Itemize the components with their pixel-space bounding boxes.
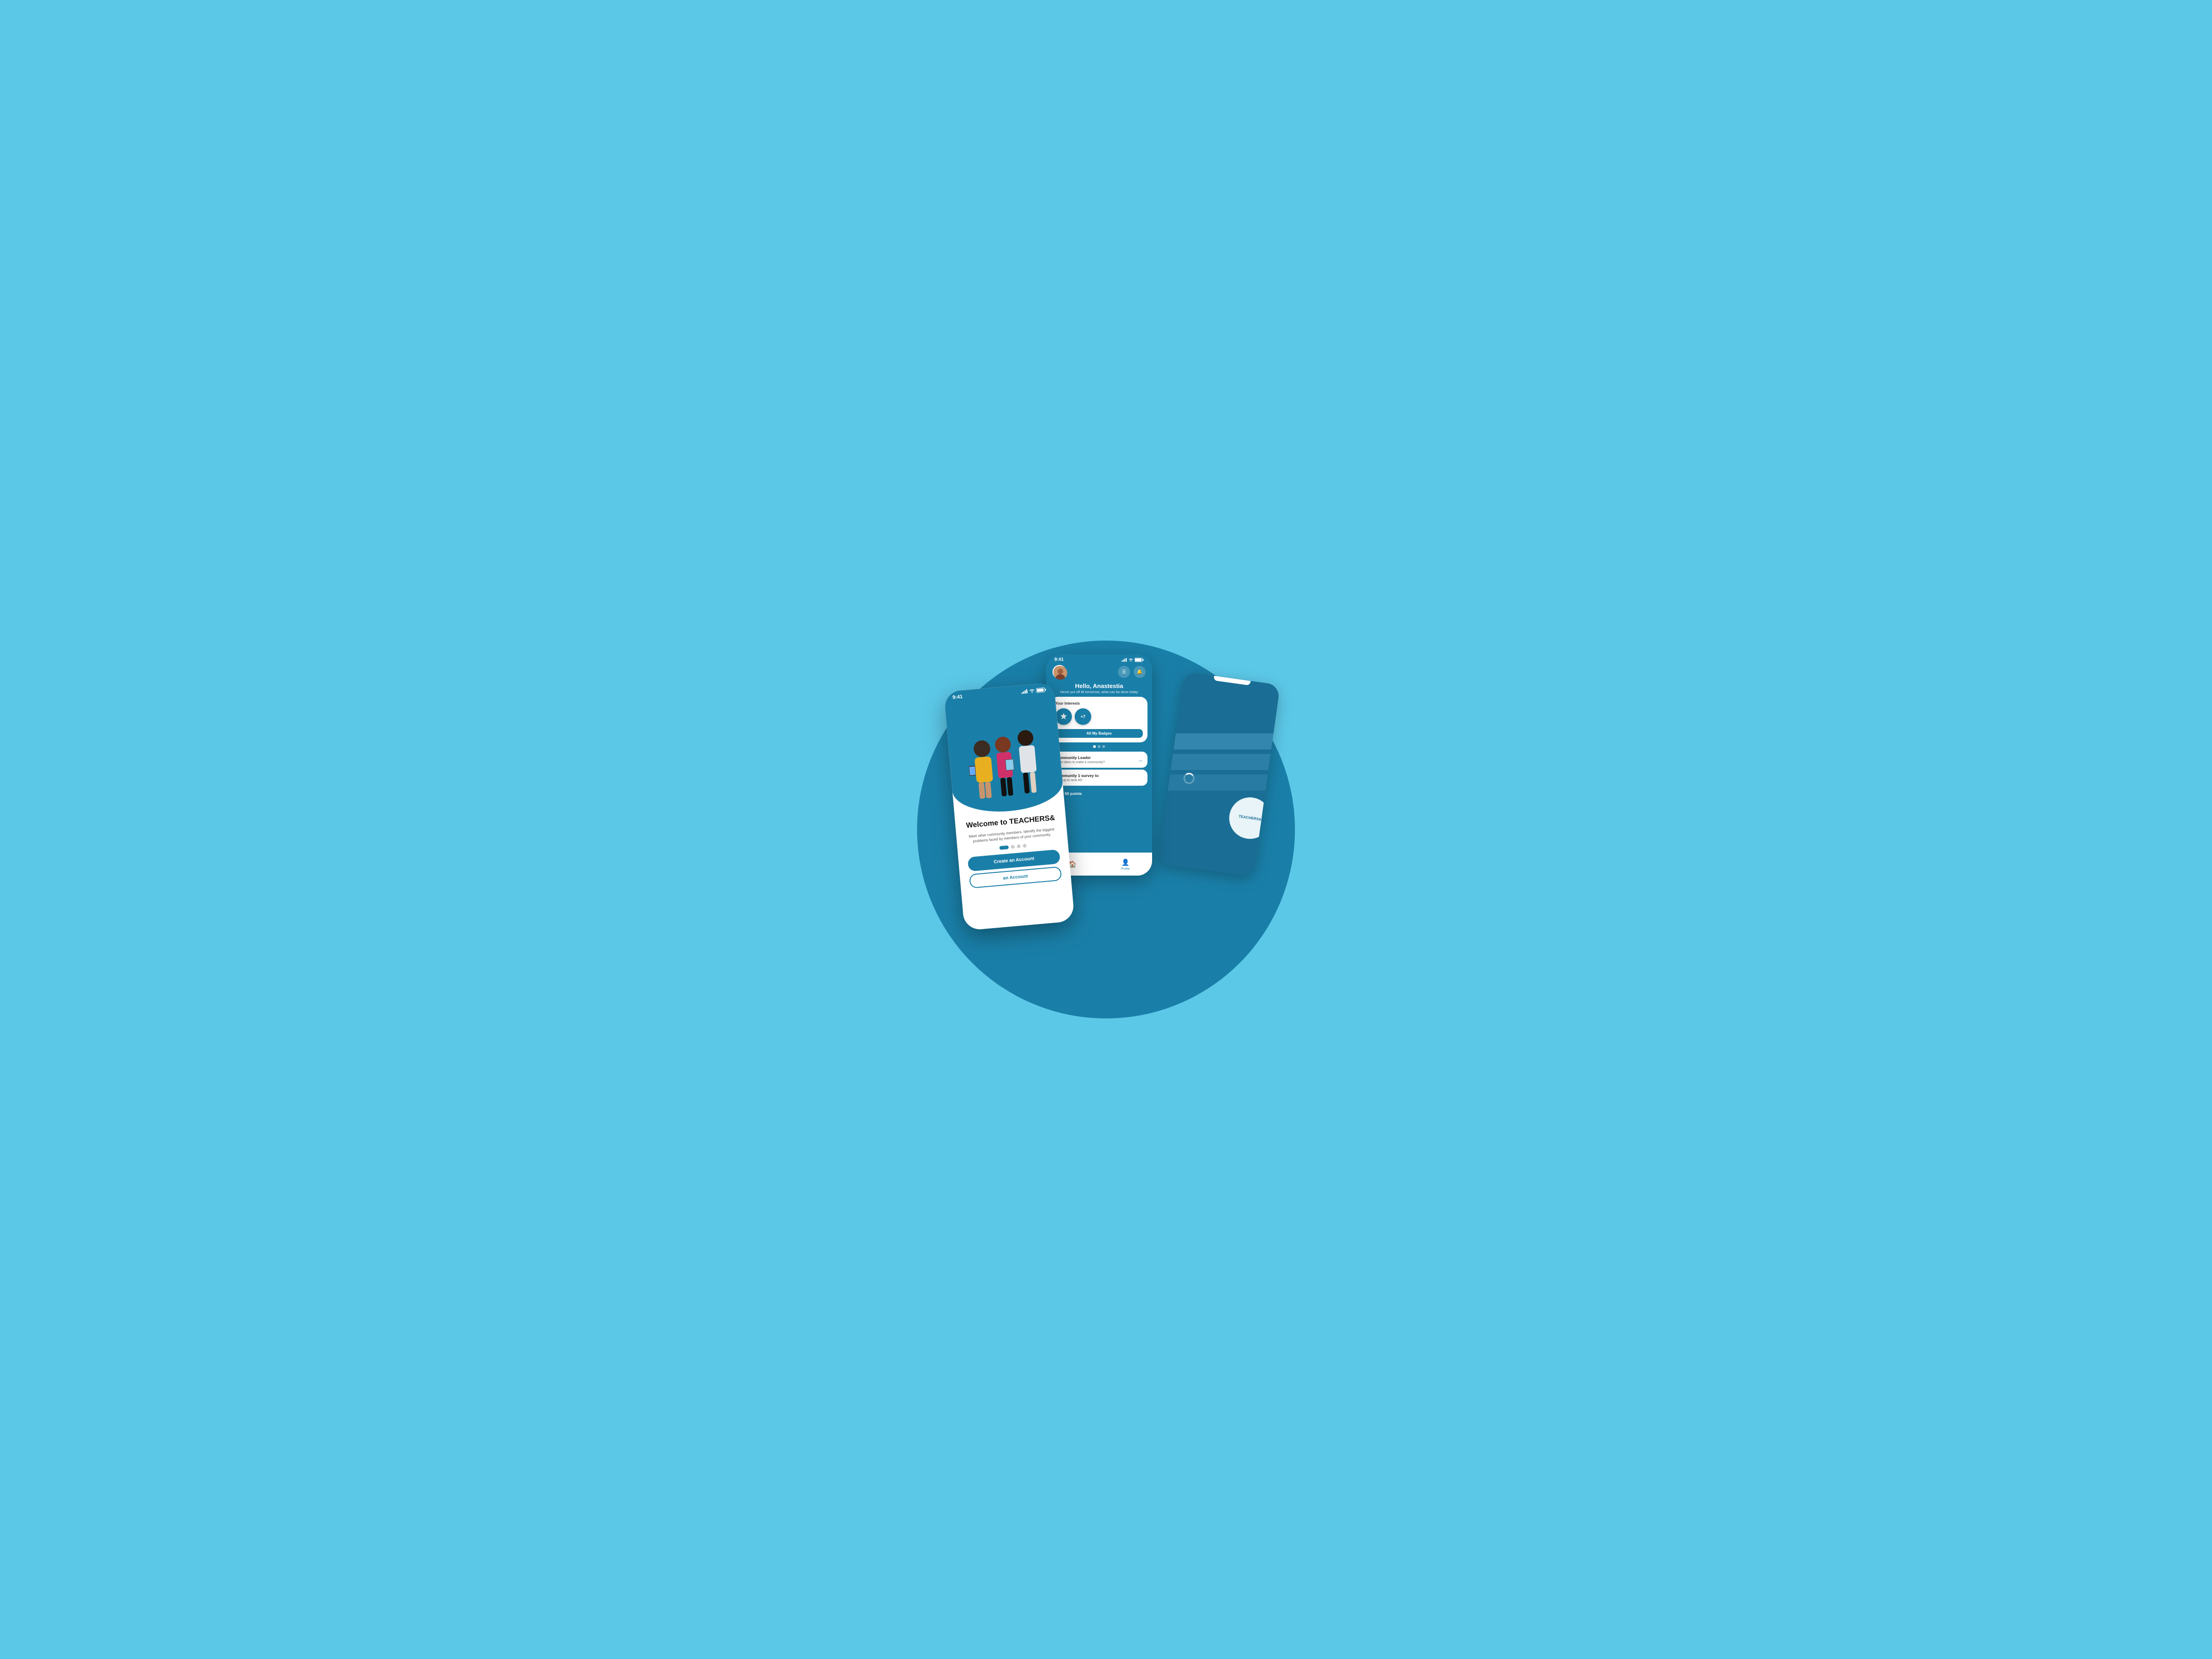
wifi-icon	[1129, 658, 1133, 662]
signal-icon-front	[1021, 689, 1028, 694]
slide-dot-4	[1023, 844, 1027, 848]
card-sub-leader: What takes to make a community?	[1055, 761, 1143, 764]
status-icons-front	[1021, 687, 1047, 694]
dot-2	[1098, 745, 1100, 748]
slide-dot-3	[1017, 844, 1021, 848]
top-icons: ☰ 🔔	[1118, 666, 1146, 678]
points-card[interactable]: earn 50 points	[1051, 788, 1147, 800]
stripe-1	[1166, 733, 1280, 749]
logo-text: TEACHERS&	[1238, 814, 1262, 822]
nav-profile[interactable]: 👤 Profile	[1121, 859, 1130, 871]
battery-icon	[1135, 658, 1144, 662]
dot-3	[1102, 745, 1105, 748]
status-time-middle: 9:41	[1054, 657, 1064, 662]
interests-card: Your Interests +7 All My Badges	[1051, 697, 1147, 742]
slide-dot-2	[1011, 845, 1015, 849]
phones-container: TEACHERS& 9:41	[917, 641, 1295, 1018]
phone-back-notch	[1213, 676, 1251, 685]
user-avatar[interactable]	[1053, 665, 1066, 679]
phone-back: TEACHERS&	[1158, 671, 1280, 877]
profile-nav-label: Profile	[1121, 867, 1130, 871]
phone-front-top: 9:41	[944, 682, 1065, 816]
greeting-subtitle: Never put off till tomorrow, what can be…	[1046, 689, 1152, 697]
phone-front-bottom: Welcome to TEACHERS& Meet other communit…	[954, 806, 1071, 895]
status-bar-front: 9:41	[944, 682, 1055, 703]
status-bar-middle: 9:41	[1046, 654, 1152, 663]
notification-button[interactable]: 🔔	[1134, 666, 1146, 678]
teachers-logo: TEACHERS&	[1227, 794, 1274, 841]
illustration	[945, 701, 1065, 816]
signal-icon	[1122, 658, 1127, 662]
card-title-survey: Community 1 survey to	[1055, 773, 1143, 778]
greeting-text: Hello, Anastestia	[1046, 682, 1152, 689]
people-illustration	[956, 715, 1056, 815]
top-bar-middle: ☰ 🔔	[1046, 663, 1152, 682]
slide-dot-1	[999, 845, 1009, 850]
badge-medal	[1055, 708, 1072, 725]
menu-button[interactable]: ☰	[1118, 666, 1130, 678]
carousel-dots	[1046, 742, 1152, 750]
card-title-leader: Community Leader	[1055, 755, 1143, 760]
interests-label: Your Interests	[1055, 701, 1143, 706]
medal-icon	[1059, 712, 1068, 721]
battery-icon-front	[1036, 687, 1047, 693]
profile-nav-icon: 👤	[1122, 859, 1130, 866]
arrow-icon: →	[1137, 757, 1143, 763]
phone-front: 9:41	[944, 682, 1075, 931]
stripe-3	[1160, 775, 1280, 791]
card-sub-survey: Sign up to rank 40!	[1055, 779, 1143, 782]
survey-card[interactable]: Community 1 survey to Sign up to rank 40…	[1051, 770, 1147, 786]
community-leader-card[interactable]: Community Leader What takes to make a co…	[1051, 752, 1147, 768]
dot-1	[1093, 745, 1096, 748]
view-badges-button[interactable]: All My Badges	[1055, 729, 1143, 738]
status-icons-middle	[1122, 658, 1144, 662]
status-time-front: 9:41	[952, 694, 963, 700]
stripe-2	[1163, 754, 1280, 770]
badges-row: +7	[1055, 708, 1143, 725]
badge-plus7: +7	[1075, 708, 1091, 725]
wifi-icon-front	[1029, 688, 1035, 693]
card-title-points: earn 50 points	[1055, 791, 1143, 796]
